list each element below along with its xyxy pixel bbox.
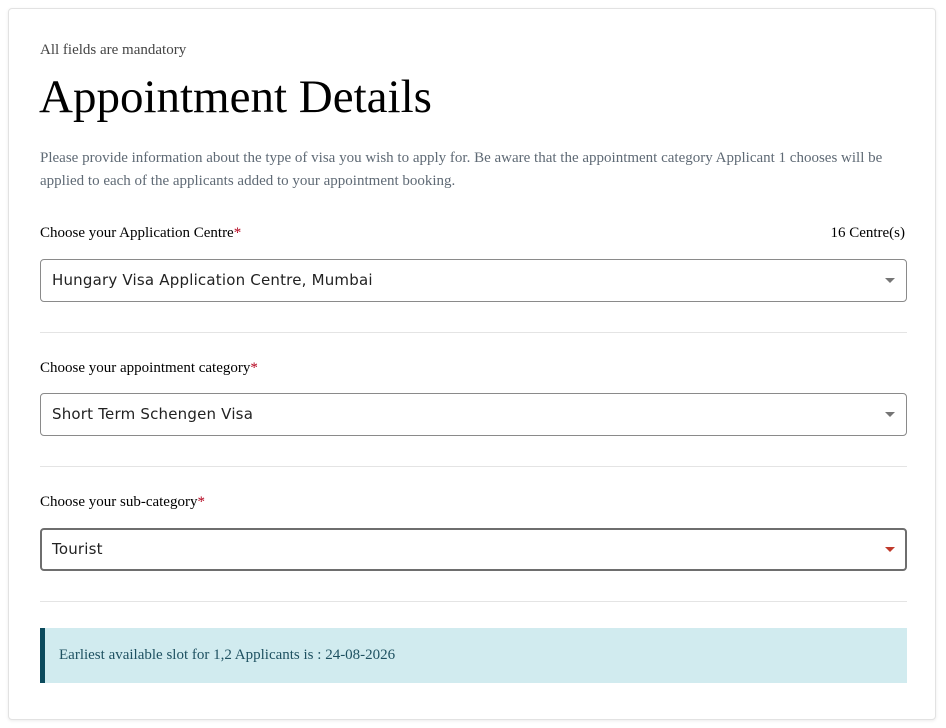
subcategory-select[interactable]: Tourist [40,528,907,571]
divider [40,466,907,467]
mandatory-note: All fields are mandatory [40,42,187,58]
required-marker: * [250,360,258,376]
intro-text: Please provide information about the typ… [40,150,883,189]
slot-availability-alert: Earliest available slot for 1,2 Applican… [40,628,907,683]
category-label-text: Choose your appointment category [40,360,251,376]
category-label: Choose your appointment category* [40,360,258,377]
appointment-details-card: All fields are mandatory Appointment Det… [8,8,936,720]
subcategory-label-text: Choose your sub-category [40,494,198,510]
centre-select-value: Hungary Visa Application Centre, Mumbai [52,271,373,289]
required-marker: * [233,225,242,241]
subcategory-select-value: Tourist [52,540,103,558]
chevron-down-icon [885,278,895,283]
page-title: Appointment Details [39,71,432,123]
divider [40,332,907,333]
divider [40,601,907,602]
subcategory-label: Choose your sub-category* [40,494,205,511]
category-select-value: Short Term Schengen Visa [52,405,254,423]
slot-availability-text: Earliest available slot for 1,2 Applican… [59,647,396,663]
centre-count: 16 Centre(s) [830,225,905,241]
category-select[interactable]: Short Term Schengen Visa [40,393,907,436]
centre-label-text: Choose your Application Centre [40,225,234,241]
centre-select[interactable]: Hungary Visa Application Centre, Mumbai [40,259,907,302]
centre-label: Choose your Application Centre* [40,225,241,242]
chevron-down-icon [885,412,895,417]
chevron-down-icon [885,547,895,552]
required-marker: * [197,494,205,510]
